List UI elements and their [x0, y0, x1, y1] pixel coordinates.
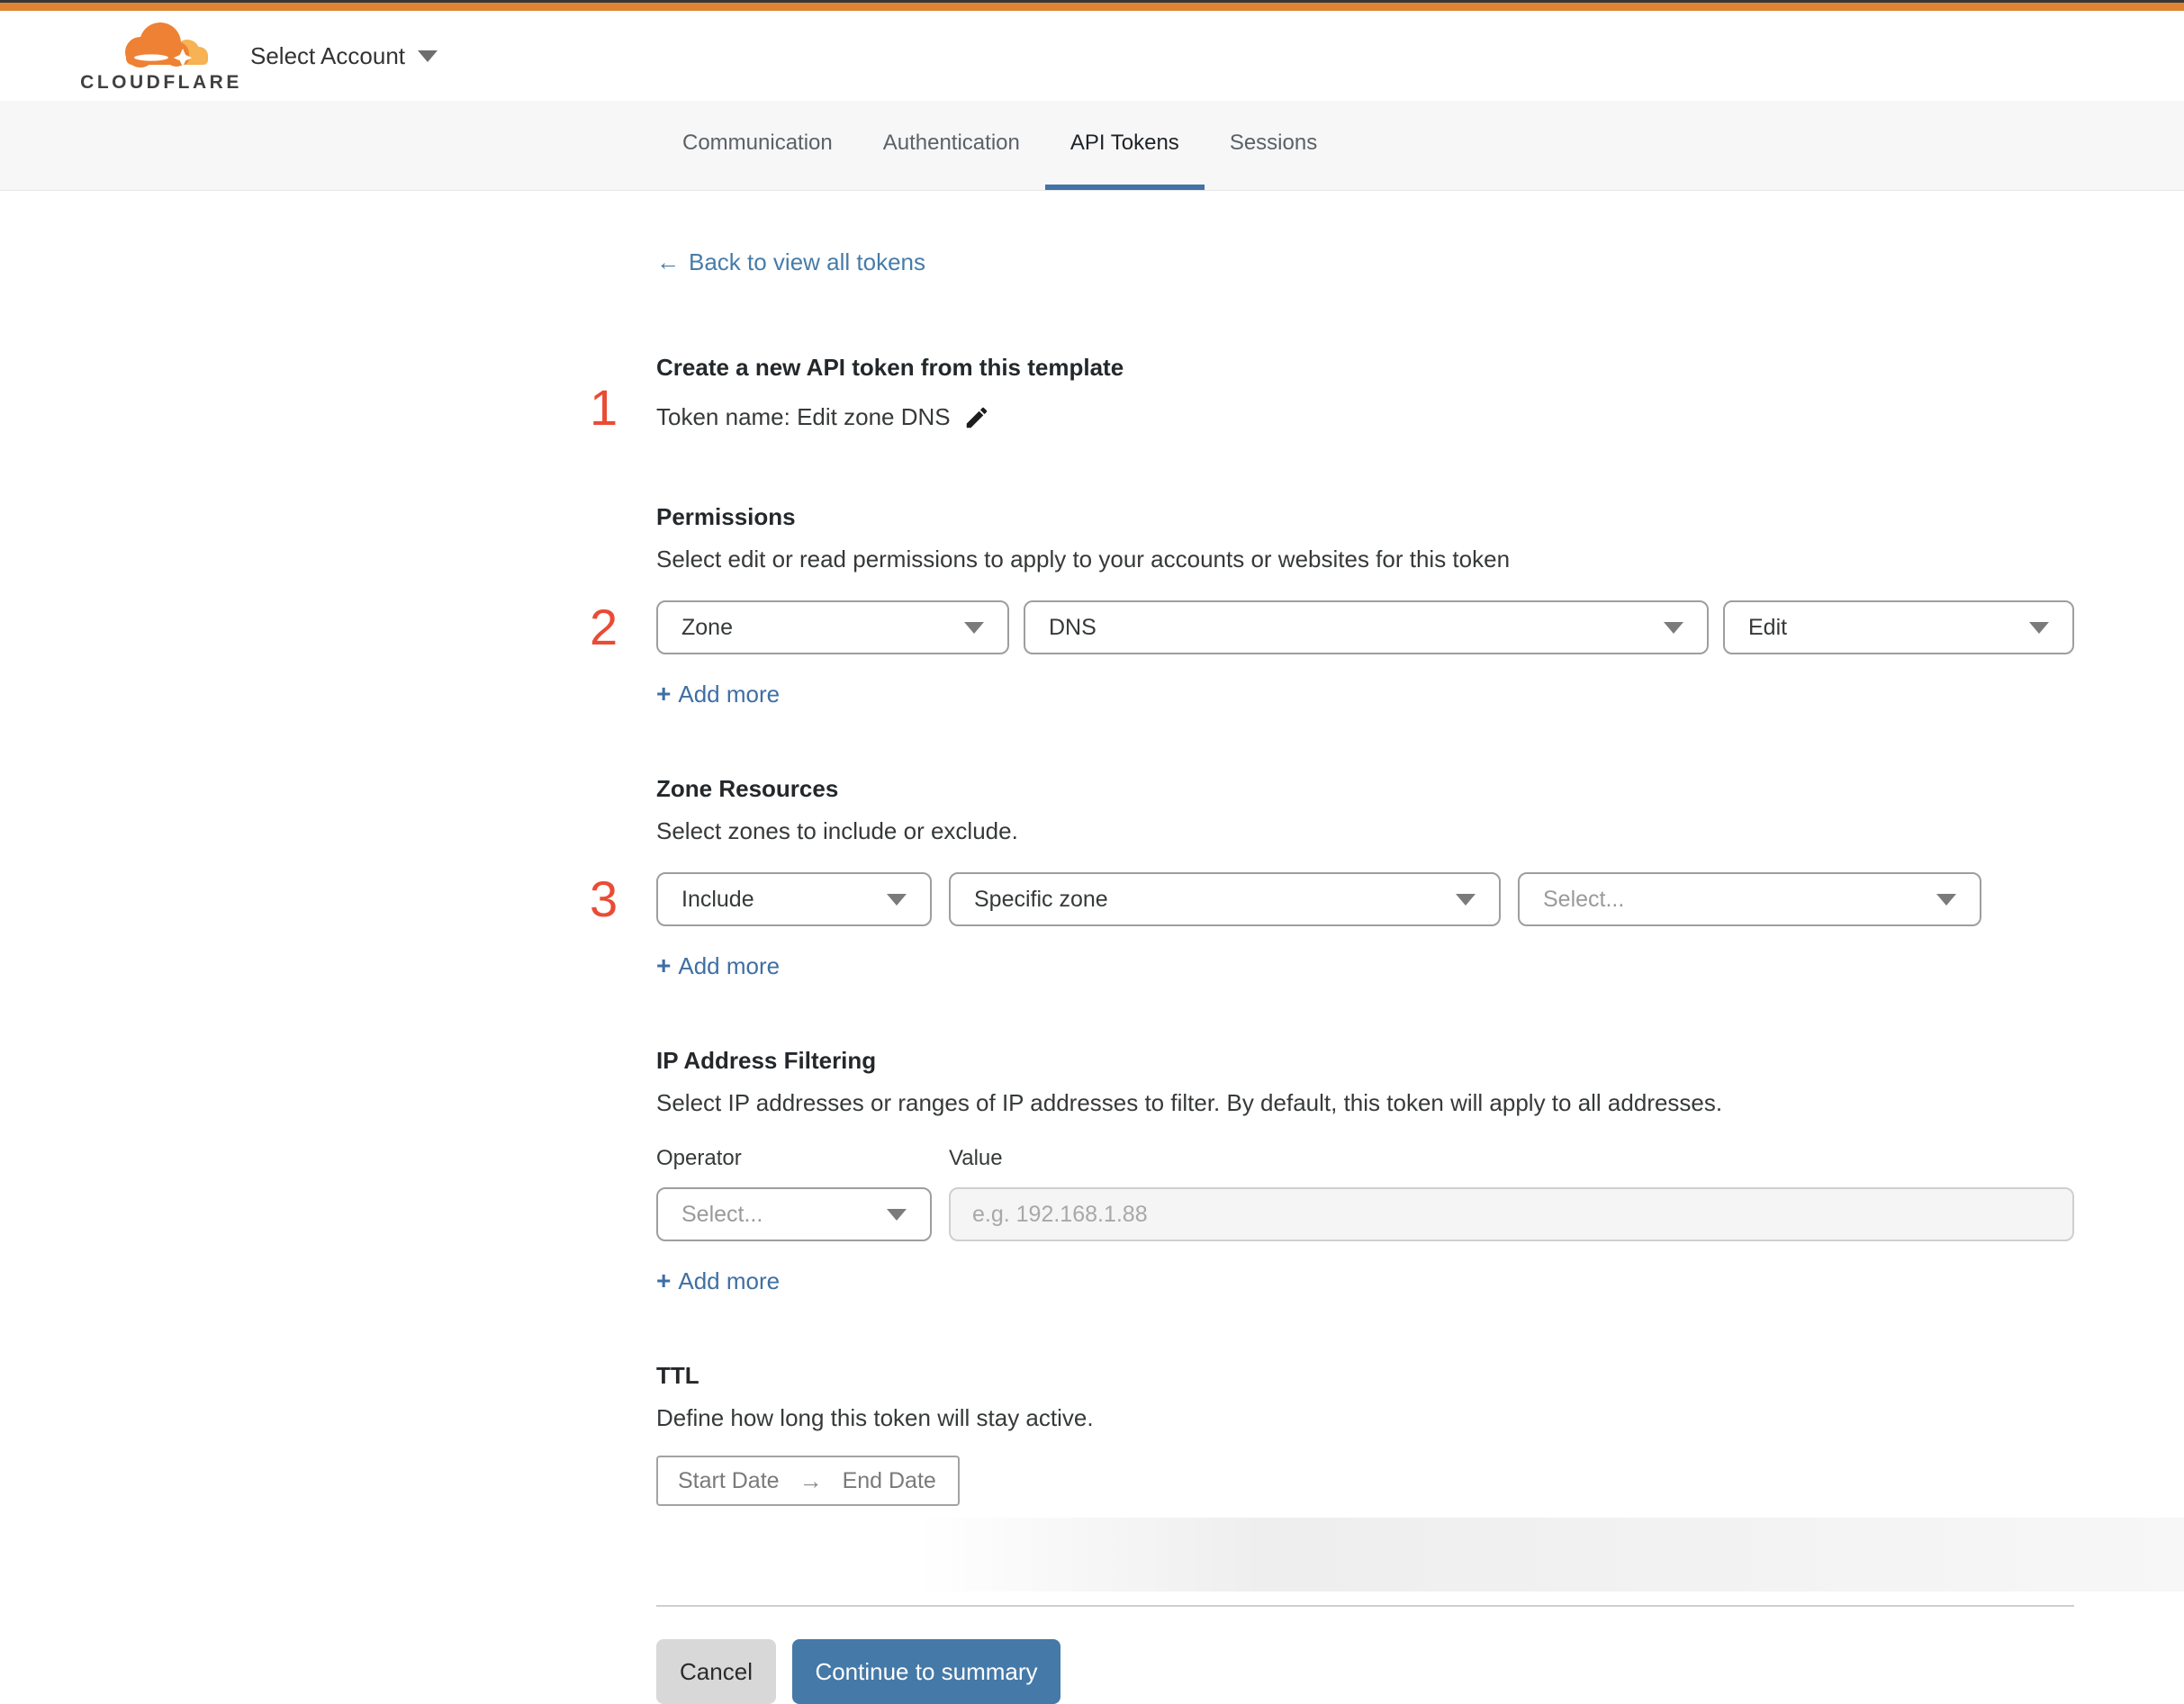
cloudflare-logo[interactable]: CLOUDFLARE	[80, 18, 239, 94]
token-name-section: 1 Create a new API token from this templ…	[590, 354, 2074, 433]
back-link-label: Back to view all tokens	[689, 248, 926, 275]
permissions-row: 2 Zone DNS Edit	[590, 600, 2074, 654]
tab-communication[interactable]: Communication	[657, 101, 858, 190]
tab-label: Authentication	[882, 130, 1020, 155]
ip-field-labels: Operator Value	[656, 1146, 2074, 1171]
ip-operator-placeholder: Select...	[681, 1201, 763, 1227]
tab-label: Communication	[682, 130, 833, 155]
ip-filtering-section: IP Address Filtering Select IP addresses…	[656, 1047, 2074, 1295]
zone-mode-value: Include	[681, 886, 754, 912]
ttl-date-range-picker[interactable]: Start Date → End Date	[656, 1456, 960, 1506]
tab-authentication[interactable]: Authentication	[858, 101, 1045, 190]
token-section-heading: Create a new API token from this templat…	[656, 354, 1124, 381]
tab-label: Sessions	[1229, 130, 1318, 155]
account-selector-label: Select Account	[250, 41, 405, 69]
zone-resources-section: Zone Resources Select zones to include o…	[590, 775, 2074, 980]
ip-filtering-heading: IP Address Filtering	[656, 1047, 877, 1074]
permissions-add-more-link[interactable]: + Add more	[656, 680, 780, 708]
chevron-down-icon	[418, 50, 438, 62]
edit-pencil-icon[interactable]	[963, 404, 990, 431]
chevron-down-icon	[887, 893, 907, 906]
permission-resource-select[interactable]: DNS	[1024, 600, 1709, 654]
token-name-row: Token name: Edit zone DNS	[656, 403, 2074, 431]
back-to-tokens-link[interactable]: ← Back to view all tokens	[656, 248, 925, 276]
add-more-label: Add more	[678, 680, 781, 708]
plus-icon: +	[656, 680, 672, 708]
permission-scope-select[interactable]: Zone	[656, 600, 1009, 654]
zone-mode-select[interactable]: Include	[656, 872, 932, 926]
app-header: CLOUDFLARE Select Account	[0, 11, 2184, 101]
ip-filtering-add-more-link[interactable]: + Add more	[656, 1267, 780, 1295]
zone-resources-add-more-link[interactable]: + Add more	[656, 951, 780, 980]
start-date-placeholder: Start Date	[678, 1467, 780, 1493]
ttl-description: Define how long this token will stay act…	[656, 1404, 1094, 1431]
chevron-down-icon	[2029, 621, 2049, 634]
value-label: Value	[949, 1146, 1003, 1170]
main-content: ← Back to view all tokens 1 Create a new…	[590, 191, 2074, 1704]
chevron-down-icon	[964, 621, 984, 634]
ip-filtering-description: Select IP addresses or ranges of IP addr…	[656, 1089, 1723, 1116]
permission-scope-value: Zone	[681, 614, 733, 640]
zone-type-value: Specific zone	[974, 886, 1108, 912]
step-number-3: 3	[590, 870, 618, 927]
zone-resources-row: 3 Include Specific zone Select...	[590, 872, 2074, 926]
footer-buttons: Cancel Continue to summary	[656, 1639, 2074, 1704]
add-more-label: Add more	[678, 1267, 781, 1294]
tab-label: API Tokens	[1069, 130, 1179, 155]
arrow-right-icon: →	[799, 1466, 823, 1494]
permission-access-select[interactable]: Edit	[1723, 600, 2074, 654]
permissions-section: Permissions Select edit or read permissi…	[590, 503, 2074, 708]
zone-picker-select[interactable]: Select...	[1518, 872, 1981, 926]
zone-resources-description: Select zones to include or exclude.	[656, 817, 1018, 844]
add-more-label: Add more	[678, 951, 781, 979]
profile-tab-bar: Communication Authentication API Tokens …	[0, 101, 2184, 191]
ip-value-input[interactable]	[949, 1187, 2074, 1241]
chevron-down-icon	[1936, 893, 1956, 906]
zone-picker-placeholder: Select...	[1543, 886, 1625, 912]
cancel-button[interactable]: Cancel	[656, 1639, 776, 1704]
step-number-1: 1	[590, 379, 618, 436]
chevron-down-icon	[887, 1208, 907, 1221]
continue-to-summary-button[interactable]: Continue to summary	[792, 1639, 1060, 1704]
tab-api-tokens[interactable]: API Tokens	[1044, 101, 1205, 190]
zone-type-select[interactable]: Specific zone	[949, 872, 1501, 926]
tab-sessions[interactable]: Sessions	[1205, 101, 1342, 190]
cloudflare-cloud-icon	[108, 18, 214, 70]
footer-background-gradient	[0, 1518, 2184, 1591]
account-selector[interactable]: Select Account	[250, 42, 438, 70]
ttl-heading: TTL	[656, 1362, 699, 1389]
permission-resource-value: DNS	[1049, 614, 1097, 640]
step-number-2: 2	[590, 599, 618, 655]
zone-resources-heading: Zone Resources	[656, 775, 839, 802]
cloudflare-wordmark: CLOUDFLARE	[80, 72, 242, 93]
ip-operator-select[interactable]: Select...	[656, 1187, 932, 1241]
top-accent-bar	[0, 0, 2184, 11]
permissions-heading: Permissions	[656, 503, 796, 530]
operator-label: Operator	[656, 1146, 742, 1170]
plus-icon: +	[656, 951, 672, 979]
ttl-section: TTL Define how long this token will stay…	[656, 1362, 2074, 1506]
token-name-text: Token name: Edit zone DNS	[656, 403, 951, 430]
chevron-down-icon	[1456, 893, 1476, 906]
plus-icon: +	[656, 1267, 672, 1294]
back-arrow-icon: ←	[656, 248, 680, 275]
ip-filtering-row: Select...	[656, 1187, 2074, 1241]
footer-divider	[656, 1605, 2074, 1607]
end-date-placeholder: End Date	[842, 1467, 936, 1493]
chevron-down-icon	[1664, 621, 1683, 634]
permissions-description: Select edit or read permissions to apply…	[656, 545, 1511, 573]
permission-access-value: Edit	[1748, 614, 1788, 640]
top-orange-line	[0, 3, 2184, 11]
